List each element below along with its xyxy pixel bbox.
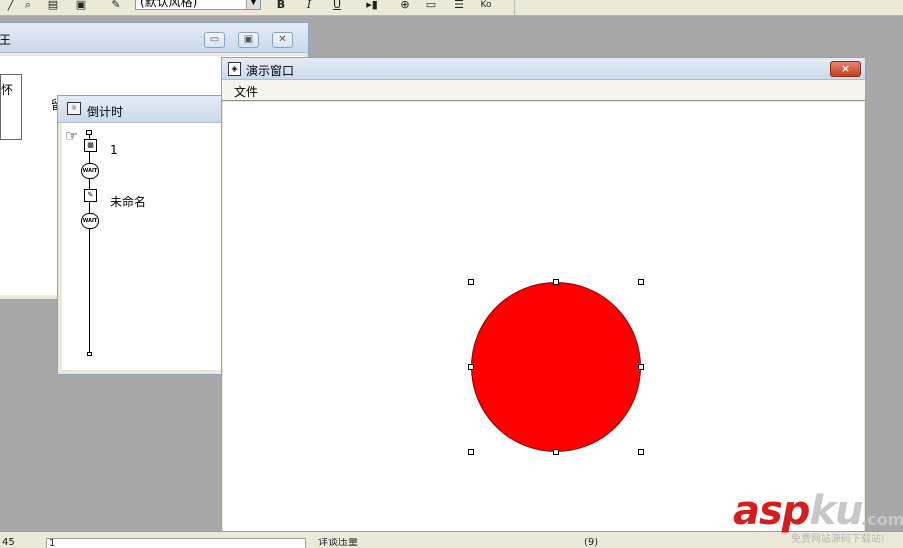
list-icon[interactable]: ☰ [450,0,468,11]
italic-icon[interactable]: I [302,0,316,11]
underline-icon[interactable]: U [330,0,344,11]
hand-pointer-icon: ☞ [65,127,79,145]
insert-icon[interactable]: ⊕ [396,0,414,11]
back-window-title: 王 [0,33,12,47]
flowline-window-icon: ☼ [67,102,81,115]
display-icon[interactable]: ✎ [84,189,97,202]
flow-item-label[interactable]: 1 [110,143,118,157]
wait-icon[interactable]: WAIT [81,213,99,229]
resize-handle-n[interactable] [553,279,559,285]
maximize-button[interactable]: ▣ [238,32,259,48]
status-field: 1 [46,538,306,548]
back-window-titlebar[interactable]: 王 ▭ ▣ ✕ [0,23,308,53]
flow-line [89,179,90,189]
minimize-button[interactable]: ▭ [204,32,225,48]
red-circle[interactable] [471,282,641,452]
flow-item-label[interactable]: 未命名 [110,193,146,210]
menu-file[interactable]: 文件 [234,83,258,100]
flow-line [89,229,90,353]
flow-end-marker [87,352,92,356]
bold-icon[interactable]: B [274,0,288,11]
watermark-main: aspku [733,488,864,534]
calc-icon[interactable]: ▦ [84,139,97,152]
resize-handle-sw[interactable] [468,449,474,455]
flow-line [89,202,90,213]
wait-icon[interactable]: WAIT [81,163,99,179]
watermark-suffix: .com [861,510,903,529]
presentation-window[interactable]: ◈ 演示窗口 × 文件 [221,57,866,543]
presentation-stage[interactable] [223,102,864,541]
style-combo-value: (默认风格) [140,0,198,9]
back-window-text-box: 怀 [0,74,22,140]
resize-handle-ne[interactable] [638,279,644,285]
resize-handle-e[interactable] [638,364,644,370]
style-combo[interactable]: (默认风格) ▼ [135,0,261,10]
resize-handle-w[interactable] [468,364,474,370]
flowline-content[interactable]: ☞ ▦ 1 WAIT ✎ 未命名 WAIT [62,123,227,370]
magnify-icon[interactable]: ⌕ [20,0,36,11]
status-position: 45 [2,538,15,548]
presentation-window-titlebar[interactable]: ◈ 演示窗口 × [222,58,865,80]
watermark-tag: 免费网站源码下载站! [791,534,886,545]
resize-handle-se[interactable] [638,449,644,455]
menubar: 文件 [222,80,865,101]
presentation-window-icon: ◈ [228,62,241,76]
text-icon[interactable]: ▭ [422,0,440,11]
play-icon[interactable]: ▸▮ [364,0,380,11]
flowline-window-title: 倒计时 [87,105,124,119]
resize-handle-nw[interactable] [468,279,474,285]
back-window-text: 怀 [1,83,14,97]
watermark-logo: aspku .com 免费网站源码下载站! [733,488,903,548]
status-field: (9) [584,538,599,548]
chevron-down-icon[interactable]: ▼ [246,0,260,9]
presentation-window-title: 演示窗口 [246,64,295,78]
flowline-window[interactable]: ☼ 倒计时 ☞ ▦ 1 WAIT ✎ 未命名 WAIT [57,95,227,375]
ko-icon[interactable]: Ko [476,0,496,11]
toolbar: ╱ ⌕ ▤ ▣ ✎ (默认风格) ▼ B I U ▸▮ ⊕ ▭ ☰ Ko [0,0,903,16]
flow-line [89,152,90,163]
paste-icon[interactable]: ▣ [72,0,90,11]
toolbar-separator [514,0,515,16]
close-button[interactable]: ✕ [272,32,293,48]
status-field: 详谈压量 [318,538,358,548]
wrench-icon[interactable]: ✎ [106,0,126,11]
flowline-window-titlebar[interactable]: ☼ 倒计时 [58,96,227,123]
resize-handle-s[interactable] [553,449,559,455]
close-button[interactable]: × [830,61,861,77]
copy-icon[interactable]: ▤ [44,0,62,11]
pen-icon[interactable]: ╱ [4,0,18,11]
